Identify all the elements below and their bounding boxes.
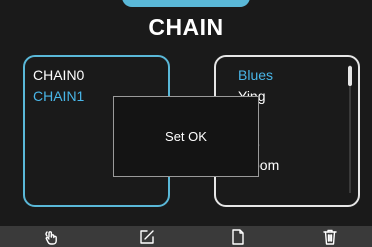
dialog-message: Set OK	[165, 129, 207, 144]
top-tab-indicator	[122, 0, 250, 7]
chain-item-1[interactable]: CHAIN1	[33, 88, 84, 104]
touch-icon[interactable]	[41, 227, 63, 247]
scrollbar-thumb[interactable]	[348, 66, 352, 86]
edit-icon[interactable]	[136, 227, 158, 247]
preset-item-0[interactable]: Blues	[238, 67, 273, 83]
confirmation-dialog: Set OK	[113, 96, 259, 177]
document-icon[interactable]	[227, 227, 249, 247]
bottom-toolbar	[0, 226, 372, 247]
trash-icon[interactable]	[319, 227, 341, 247]
page-title: CHAIN	[148, 14, 224, 40]
chain-item-0[interactable]: CHAIN0	[33, 67, 84, 83]
